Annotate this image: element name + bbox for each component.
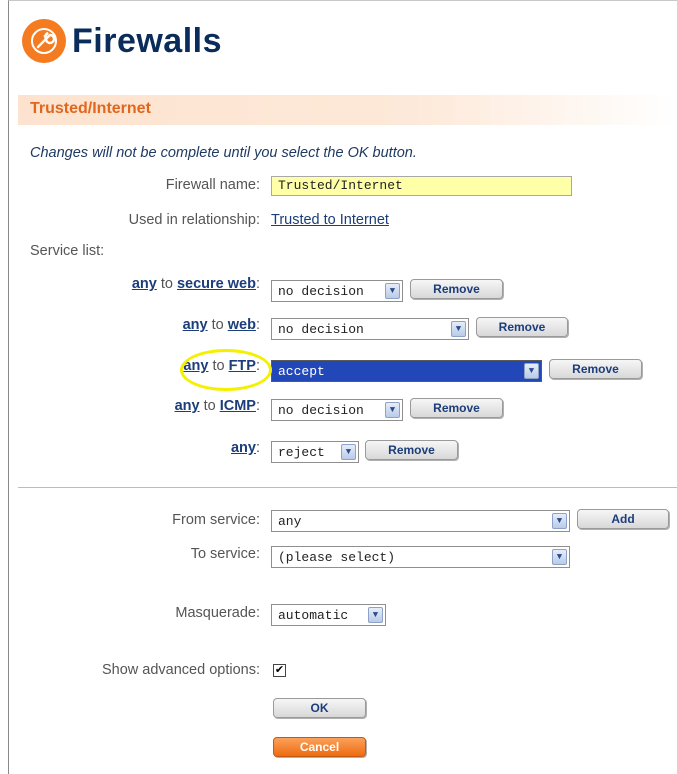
to-service-label: To service: [190, 546, 260, 562]
decision-select[interactable]: reject ▼ [271, 441, 359, 463]
relationship-link[interactable]: Trusted to Internet [271, 212, 389, 228]
page-header: Firewalls [22, 16, 222, 66]
chevron-down-icon[interactable]: ▼ [552, 549, 567, 565]
chevron-down-icon[interactable]: ▼ [385, 402, 400, 418]
masquerade-value: automatic [278, 607, 349, 623]
decision-select[interactable]: no decision ▼ [271, 318, 469, 340]
notice-text: Changes will not be complete until you s… [30, 145, 417, 161]
service-rule: any: [230, 440, 260, 456]
section-divider [18, 487, 677, 488]
masquerade-label: Masquerade: [175, 605, 260, 621]
page-title: Firewalls [72, 21, 223, 60]
to-service-link[interactable]: ICMP [220, 398, 256, 414]
decision-select[interactable]: accept ▼ [271, 360, 542, 382]
remove-button[interactable]: Remove [549, 359, 642, 379]
service-list-label: Service list: [30, 243, 105, 259]
remove-button[interactable]: Remove [365, 440, 458, 460]
from-service-link[interactable]: any [231, 440, 256, 456]
remove-button[interactable]: Remove [410, 398, 503, 418]
decision-value: accept [278, 363, 325, 379]
add-button[interactable]: Add [577, 509, 669, 529]
to-service-select[interactable]: (please select) ▼ [271, 546, 570, 568]
to-service-value: (please select) [278, 549, 396, 565]
chevron-down-icon[interactable]: ▼ [524, 363, 539, 379]
remove-button[interactable]: Remove [476, 317, 568, 337]
service-rule: any to web: [182, 317, 260, 333]
chevron-down-icon[interactable]: ▼ [451, 321, 466, 337]
from-service-value: any [278, 513, 302, 529]
chevron-down-icon[interactable]: ▼ [368, 607, 383, 623]
firewall-name-input[interactable]: Trusted/Internet [271, 176, 572, 196]
from-service-label: From service: [172, 512, 260, 528]
decision-select[interactable]: no decision ▼ [271, 280, 403, 302]
decision-select[interactable]: no decision ▼ [271, 399, 403, 421]
decision-value: no decision [278, 321, 364, 337]
to-service-link[interactable]: web [228, 317, 256, 333]
to-service-link[interactable]: secure web [177, 276, 256, 292]
decision-value: no decision [278, 283, 364, 299]
section-title: Trusted/Internet [30, 100, 151, 117]
from-service-link[interactable]: any [175, 398, 200, 414]
from-service-select[interactable]: any ▼ [271, 510, 570, 532]
advanced-options-checkbox[interactable]: ✔ [273, 664, 286, 677]
relationship-label: Used in relationship: [128, 212, 260, 228]
from-service-link[interactable]: any [183, 317, 208, 333]
decision-value: no decision [278, 402, 364, 418]
chevron-down-icon[interactable]: ▼ [552, 513, 567, 529]
remove-button[interactable]: Remove [410, 279, 503, 299]
section-header: Trusted/Internet [18, 95, 677, 125]
cancel-button[interactable]: Cancel [273, 737, 366, 757]
highlight-annotation [180, 349, 272, 391]
service-rule: any to ICMP: [174, 398, 260, 414]
from-service-link[interactable]: any [132, 276, 157, 292]
chevron-down-icon[interactable]: ▼ [341, 444, 356, 460]
decision-value: reject [278, 444, 325, 460]
wrench-icon [22, 19, 66, 63]
firewall-name-label: Firewall name: [165, 177, 260, 193]
check-icon: ✔ [274, 664, 285, 676]
advanced-options-label: Show advanced options: [102, 662, 260, 678]
service-rule: any to secure web: [131, 276, 260, 292]
masquerade-select[interactable]: automatic ▼ [271, 604, 386, 626]
ok-button[interactable]: OK [273, 698, 366, 718]
chevron-down-icon[interactable]: ▼ [385, 283, 400, 299]
